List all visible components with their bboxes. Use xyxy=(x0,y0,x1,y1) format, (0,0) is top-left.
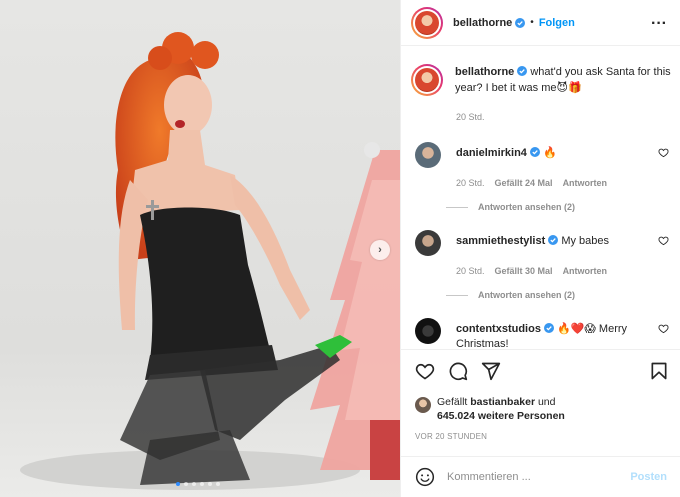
carousel-dot xyxy=(192,482,196,486)
post-comment-button[interactable]: Posten xyxy=(630,471,667,483)
instagram-post: › bellathorne • Folgen ··· bellathorne w… xyxy=(0,0,680,497)
verified-badge-icon xyxy=(543,323,554,333)
chevron-right-icon: › xyxy=(378,244,382,256)
caption-text-block: bellathorne what'd you ask Santa for thi… xyxy=(455,64,673,96)
caption-username[interactable]: bellathorne xyxy=(455,66,514,78)
comment-input[interactable] xyxy=(447,471,617,483)
comment-item: sammiethestylist My babes 20 Std. Gefäll… xyxy=(415,230,673,276)
add-comment-bar: Posten xyxy=(401,456,680,497)
smiley-icon[interactable] xyxy=(415,467,435,487)
carousel-next-button[interactable]: › xyxy=(370,240,390,260)
comment-username[interactable]: contentxstudios xyxy=(456,323,541,335)
view-replies-label: Antworten ansehen (2) xyxy=(478,202,576,212)
author-avatar[interactable] xyxy=(411,6,443,39)
replies-divider-line xyxy=(446,206,468,208)
comment-item: danielmirkin4 🔥 20 Std. Gefällt 24 Mal A… xyxy=(415,142,673,188)
posted-time: VOR 20 STUNDEN xyxy=(415,432,488,441)
verified-badge-icon xyxy=(517,66,528,76)
post-media[interactable]: › xyxy=(0,0,400,497)
comment-text: My babes xyxy=(558,235,610,247)
post-caption: bellathorne what'd you ask Santa for thi… xyxy=(411,64,673,96)
likes-summary: Gefällt bastianbaker und 645.024 weitere… xyxy=(415,395,565,423)
caption-author-avatar[interactable] xyxy=(411,64,443,96)
comment-reply-button[interactable]: Antworten xyxy=(563,178,608,188)
comment-timestamp: 20 Std. xyxy=(456,266,485,276)
commenter-avatar[interactable] xyxy=(415,318,441,344)
like-heart-icon[interactable] xyxy=(415,361,435,381)
post-sidebar: bellathorne • Folgen ··· bellathorne wha… xyxy=(400,0,680,497)
more-dots-icon[interactable]: ··· xyxy=(651,15,667,33)
share-paper-plane-icon[interactable] xyxy=(481,361,501,381)
follow-button[interactable]: Folgen xyxy=(539,17,575,29)
comment-clip-area: contentxstudios 🔥❤️😱 Merry Christmas! xyxy=(401,310,680,350)
comment-item: contentxstudios 🔥❤️😱 Merry Christmas! xyxy=(415,318,673,350)
author-username[interactable]: bellathorne xyxy=(453,17,512,29)
replies-divider-line xyxy=(446,294,468,296)
comment-bubble-icon[interactable] xyxy=(448,361,468,381)
liker-avatar[interactable] xyxy=(415,397,431,413)
carousel-dots xyxy=(176,482,220,486)
comment-username[interactable]: danielmirkin4 xyxy=(456,147,527,159)
commenter-avatar[interactable] xyxy=(415,142,441,168)
carousel-dot xyxy=(176,482,180,486)
comment-timestamp: 20 Std. xyxy=(456,178,485,188)
like-comment-heart-icon[interactable] xyxy=(658,147,669,158)
like-comment-heart-icon[interactable] xyxy=(658,323,669,334)
carousel-dot xyxy=(208,482,212,486)
comment-username[interactable]: sammiethestylist xyxy=(456,235,545,247)
post-header: bellathorne • Folgen ··· xyxy=(401,0,680,46)
post-photo xyxy=(0,0,400,497)
commenter-avatar[interactable] xyxy=(415,230,441,256)
carousel-dot xyxy=(184,482,188,486)
comment-text: 🔥 xyxy=(539,147,557,159)
comment-like-count[interactable]: Gefällt 30 Mal xyxy=(495,266,553,276)
likes-others-link[interactable]: 645.024 weitere Personen xyxy=(437,410,565,422)
post-actions-bar xyxy=(401,349,680,393)
likes-middle: und xyxy=(535,396,556,408)
likes-prefix: Gefällt xyxy=(437,396,471,408)
carousel-dot xyxy=(200,482,204,486)
view-replies-label: Antworten ansehen (2) xyxy=(478,290,576,300)
verified-badge-icon xyxy=(515,17,526,28)
comment-reply-button[interactable]: Antworten xyxy=(563,266,608,276)
caption-timestamp: 20 Std. xyxy=(456,112,485,122)
view-replies-button[interactable]: Antworten ansehen (2) xyxy=(446,202,575,212)
view-replies-button[interactable]: Antworten ansehen (2) xyxy=(446,290,575,300)
verified-badge-icon xyxy=(548,235,559,245)
carousel-dot xyxy=(216,482,220,486)
header-separator: • xyxy=(530,17,534,28)
verified-badge-icon xyxy=(529,147,540,157)
like-comment-heart-icon[interactable] xyxy=(658,235,669,246)
comment-like-count[interactable]: Gefällt 24 Mal xyxy=(495,178,553,188)
likes-first-user[interactable]: bastianbaker xyxy=(470,396,535,408)
save-bookmark-icon[interactable] xyxy=(649,361,669,381)
